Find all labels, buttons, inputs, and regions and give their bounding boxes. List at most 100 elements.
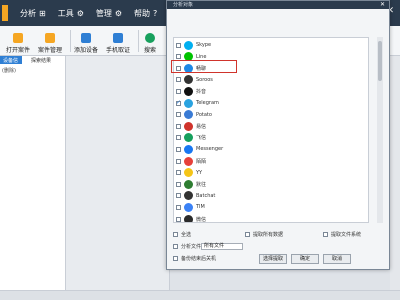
app-checkbox[interactable]: [176, 99, 181, 106]
app-row[interactable]: Potato: [174, 109, 368, 121]
app-row[interactable]: 易信: [174, 120, 368, 132]
dialog-title: 分析对象: [167, 1, 389, 9]
app-row[interactable]: 飞信: [174, 132, 368, 144]
dialog-title-text: 分析对象: [173, 2, 194, 8]
phone-forensics-button[interactable]: 手机取证: [106, 28, 130, 54]
open-case-button[interactable]: 打开案件: [6, 28, 30, 54]
menu-manage-label: 管理: [95, 8, 112, 18]
add-device-label: 添加设备: [74, 47, 99, 54]
confirm-button[interactable]: 确定: [291, 254, 319, 264]
file-type-checkbox[interactable]: [173, 244, 178, 249]
app-row[interactable]: Batchat: [174, 190, 368, 202]
add-device-button[interactable]: 添加设备: [74, 28, 98, 54]
app-name: 默往: [196, 181, 207, 188]
app-name: Skype: [196, 42, 212, 48]
app-checkbox[interactable]: [176, 135, 181, 141]
app-row[interactable]: Soroos: [174, 74, 368, 86]
app-name: Messenger: [196, 146, 224, 153]
selection-highlight: [171, 60, 237, 73]
analysis-icon: ⊞: [39, 8, 46, 18]
app-checkbox[interactable]: [176, 112, 181, 118]
menu-analysis[interactable]: 分析 ⊞: [20, 8, 46, 19]
menu-tools[interactable]: 工具 ⚙: [58, 8, 84, 19]
app-checkbox[interactable]: [176, 42, 181, 48]
menu-analysis-label: 分析: [20, 8, 36, 18]
app-row[interactable]: 陌陌: [174, 155, 368, 167]
extract-all-label: 提取所有数据: [253, 232, 284, 238]
shutdown-checkbox[interactable]: [173, 256, 178, 261]
app-row[interactable]: Skype: [174, 39, 368, 51]
help-icon: ?: [153, 8, 158, 18]
app-icon: [184, 98, 193, 108]
menu-manage[interactable]: 管理 ⚙: [96, 8, 122, 19]
extract-fs-checkbox[interactable]: [323, 232, 328, 237]
app-row[interactable]: 默往: [174, 178, 368, 190]
app-name: 微信: [196, 216, 207, 223]
cancel-button[interactable]: 取消: [323, 254, 351, 264]
app-icon: [184, 86, 193, 96]
app-row[interactable]: Telegram: [174, 97, 368, 109]
app-checkbox[interactable]: [176, 77, 181, 83]
left-panel-sub-label: (删除): [2, 68, 16, 74]
search-icon: [145, 33, 155, 43]
menu-help[interactable]: 帮助 ?: [134, 8, 157, 19]
app-checkbox[interactable]: [176, 216, 181, 222]
phone-icon: [113, 33, 123, 43]
analysis-object-dialog: 分析对象 ✕ SkypeLine畅聊Soroos抖音TelegramPotato…: [166, 0, 390, 270]
folder-icon: [45, 33, 55, 43]
app-icon: [184, 156, 193, 166]
app-list-scrollbar[interactable]: [377, 37, 383, 223]
tab-explore-results[interactable]: 探索结果: [28, 56, 54, 64]
scrollbar-thumb[interactable]: [378, 41, 382, 81]
option-extract-fs[interactable]: 提取文件系统: [323, 231, 361, 238]
app-icon: [184, 40, 193, 50]
extract-all-checkbox[interactable]: [245, 232, 250, 237]
option-shutdown[interactable]: 备份结束后关机: [173, 255, 216, 262]
app-icon: [184, 144, 193, 154]
menu-help-label: 帮助: [134, 8, 151, 18]
app-checkbox[interactable]: [176, 170, 181, 176]
app-checkbox[interactable]: [176, 88, 181, 94]
select-all-checkbox[interactable]: [173, 232, 178, 237]
case-manage-button[interactable]: 案件管理: [38, 28, 62, 54]
dialog-close-icon[interactable]: ✕: [380, 1, 385, 9]
app-checkbox[interactable]: [176, 146, 181, 152]
app-name: Batchat: [196, 192, 216, 199]
app-checkbox[interactable]: [176, 123, 181, 129]
app-row[interactable]: 抖音: [174, 85, 368, 97]
select-extract-button[interactable]: 选择提取: [259, 254, 287, 264]
app-icon: [184, 75, 193, 85]
app-checkbox[interactable]: [176, 158, 181, 164]
app-checkbox[interactable]: [176, 54, 181, 60]
app-row[interactable]: 微信: [174, 213, 368, 223]
app-row[interactable]: Messenger: [174, 143, 368, 155]
app-icon: [184, 133, 193, 143]
app-name: Line: [196, 53, 207, 60]
app-name: Telegram: [196, 100, 219, 106]
extract-fs-label: 提取文件系统: [331, 232, 362, 238]
app-icon: [184, 214, 193, 222]
app-name: Soroos: [196, 76, 213, 83]
center-panel: [66, 56, 170, 290]
app-name: YY: [196, 169, 203, 176]
select-all-label: 全选: [181, 232, 192, 238]
app-checkbox[interactable]: [176, 181, 181, 187]
app-window: 分析 ⊞ 工具 ⚙ 管理 ⚙ 帮助 ? ▾ — ✕ 打开案件 案件管理: [0, 0, 400, 300]
app-icon: [184, 179, 193, 189]
file-type-select[interactable]: 所有文件: [201, 243, 243, 250]
option-extract-all[interactable]: 提取所有数据: [245, 231, 283, 238]
shutdown-label: 备份结束后关机: [181, 256, 217, 262]
option-select-all[interactable]: 全选: [173, 231, 191, 238]
app-icon: [184, 202, 193, 212]
menu-tools-label: 工具: [57, 8, 74, 18]
app-row[interactable]: YY: [174, 167, 368, 179]
app-name: Potato: [196, 111, 212, 118]
app-row[interactable]: TIM: [174, 201, 368, 213]
app-checkbox[interactable]: [176, 204, 181, 210]
search-label: 搜索: [144, 47, 157, 54]
tools-icon: ⚙: [76, 8, 84, 18]
tab-device-info[interactable]: 设备信息: [0, 56, 22, 71]
app-checkbox[interactable]: [176, 193, 181, 199]
open-case-label: 打开案件: [6, 47, 31, 54]
search-button[interactable]: 搜索: [144, 28, 156, 54]
